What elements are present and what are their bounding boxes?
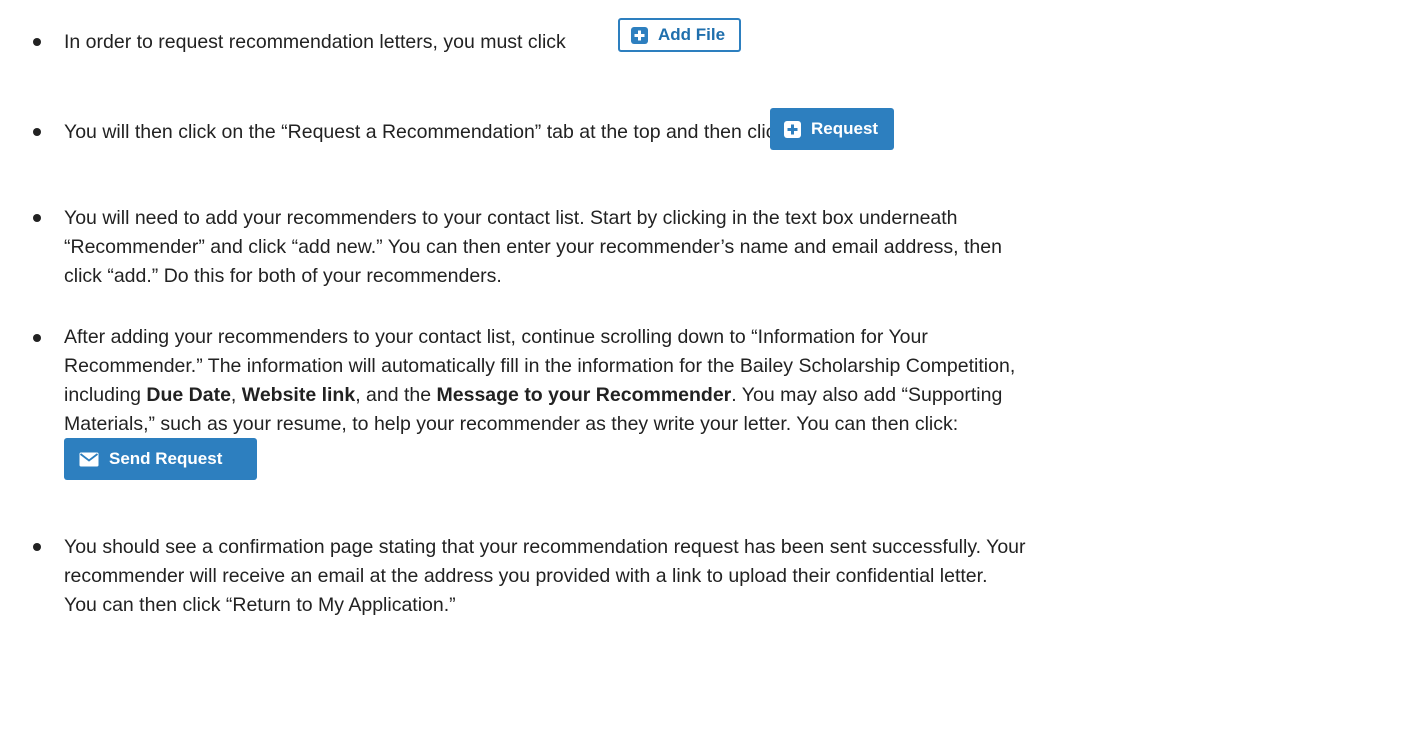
bullet <box>33 128 41 136</box>
bullet <box>33 543 41 551</box>
send-request-label: Send Request <box>109 449 223 468</box>
request-label: Request <box>811 119 879 138</box>
step-4-text: including <box>64 384 147 406</box>
step-4-text: , and the <box>355 384 437 406</box>
step-4-line-4: Materials,” such as your resume, to help… <box>64 413 959 435</box>
step-3-line-3: click “add.” Do this for both of your re… <box>64 265 502 287</box>
website-link-text: Website link <box>241 384 356 406</box>
step-5-line-2: recommender will receive an email at the… <box>64 565 988 587</box>
request-button[interactable]: Request <box>770 108 895 150</box>
send-request-button[interactable]: Send Request <box>64 438 257 480</box>
step-5-line-1: You should see a confirmation page stati… <box>64 536 1026 558</box>
bullet <box>33 38 41 46</box>
step-4-line-1: After adding your recommenders to your c… <box>64 326 928 348</box>
step-4-line-2: Recommender.” The information will autom… <box>64 355 1016 377</box>
add-file-label: Add File <box>658 25 726 44</box>
step-4-line-3: including Due Date, Website link, and th… <box>64 380 1394 410</box>
plus-square-icon <box>631 26 648 44</box>
due-date-text: Due Date <box>146 384 231 406</box>
bullet <box>33 334 41 342</box>
envelope-icon <box>79 452 99 466</box>
step-5-line-3: You can then click “Return to My Applica… <box>64 594 456 616</box>
step-4-text: . You may also add “Supporting <box>731 384 1003 406</box>
add-file-button[interactable]: Add File <box>618 18 742 52</box>
message-to-recommender-text: Message to your Recommender <box>436 384 732 406</box>
step-3-line-2: “Recommender” and click “add new.” You c… <box>64 236 1002 258</box>
bullet <box>33 214 41 222</box>
step-3-line-1: You will need to add your recommenders t… <box>64 207 958 229</box>
plus-square-icon <box>784 120 801 138</box>
step-4-text: , <box>230 384 242 406</box>
step-2-text: You will then click on the “Request a Re… <box>64 121 786 143</box>
